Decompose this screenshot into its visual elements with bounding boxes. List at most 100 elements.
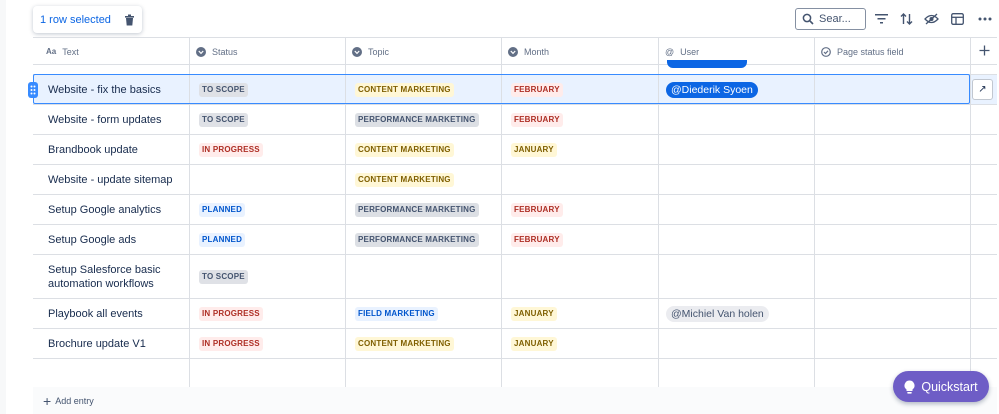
user-cell[interactable] <box>658 195 814 224</box>
page-status-cell[interactable] <box>814 75 970 104</box>
table-row: Playbook all events IN PROGRESS FIELD MARK… <box>33 299 997 329</box>
text-cell[interactable]: Playbook all events <box>33 299 189 328</box>
topic-cell[interactable]: CONTENT MARKETING <box>345 75 501 104</box>
sort-icon[interactable] <box>898 10 914 28</box>
topic-cell[interactable]: CONTENT MARKETING <box>345 165 501 194</box>
topic-cell[interactable]: PERFORMANCE MARKETING <box>345 105 501 134</box>
trailing-cell[interactable] <box>970 225 997 254</box>
quickstart-button[interactable]: Quickstart <box>893 371 989 402</box>
text-cell[interactable]: Brochure update V1 <box>33 329 189 358</box>
table-row: Website - fix the basics TO SCOPE CONTENT … <box>28 74 997 105</box>
topic-cell[interactable]: PERFORMANCE MARKETING <box>345 225 501 254</box>
trailing-cell[interactable] <box>970 255 997 298</box>
status-cell[interactable]: IN PROGRESS <box>189 135 345 164</box>
search-icon <box>802 13 814 25</box>
status-cell[interactable]: IN PROGRESS <box>189 329 345 358</box>
table-row: Setup Salesforce basic automation workflo… <box>33 255 997 299</box>
hide-fields-icon[interactable] <box>923 10 939 28</box>
column-header-text[interactable]: Aa Text <box>33 38 189 65</box>
month-cell[interactable] <box>501 165 658 194</box>
text-cell[interactable] <box>33 359 189 388</box>
status-cell[interactable]: PLANNED <box>189 195 345 224</box>
row-title: Brochure update V1 <box>48 337 146 350</box>
page-status-cell[interactable] <box>814 135 970 164</box>
status-cell[interactable]: PLANNED <box>189 225 345 254</box>
column-header-topic[interactable]: Topic <box>345 38 501 65</box>
text-cell[interactable]: Brandbook update <box>33 135 189 164</box>
status-cell[interactable]: TO SCOPE <box>189 105 345 134</box>
user-cell[interactable] <box>658 359 814 388</box>
search-input[interactable] <box>819 13 863 25</box>
month-cell[interactable]: FEBRUARY <box>501 75 658 104</box>
user-cell[interactable] <box>658 135 814 164</box>
search-field[interactable] <box>795 8 866 30</box>
mention-chip-partial <box>667 60 747 68</box>
drag-handle-icon[interactable] <box>28 82 38 98</box>
text-cell[interactable]: Website - fix the basics <box>33 75 189 104</box>
user-cell[interactable] <box>658 225 814 254</box>
month-cell[interactable]: JANUARY <box>501 329 658 358</box>
aa-text-icon: Aa <box>46 47 57 56</box>
user-cell[interactable]: @Diederik Syoen <box>658 75 814 104</box>
status-cell[interactable]: IN PROGRESS <box>189 299 345 328</box>
text-cell[interactable]: Website - form updates <box>33 105 189 134</box>
more-options-icon[interactable] <box>977 10 993 28</box>
trailing-cell[interactable] <box>970 135 997 164</box>
user-mention-chip[interactable]: @Diederik Syoen <box>666 81 758 98</box>
selection-toolbar: 1 row selected <box>33 6 142 33</box>
delete-icon[interactable] <box>123 13 137 27</box>
topic-cell[interactable] <box>345 255 501 298</box>
trailing-cell[interactable] <box>970 165 997 194</box>
filter-icon[interactable] <box>873 10 889 28</box>
column-header-status[interactable]: Status <box>189 38 345 65</box>
text-cell[interactable]: Setup Salesforce basic automation workflo… <box>33 255 189 298</box>
user-cell[interactable] <box>658 329 814 358</box>
month-cell[interactable]: FEBRUARY <box>501 105 658 134</box>
text-cell[interactable]: Website - update sitemap <box>33 165 189 194</box>
add-entry-button[interactable]: + Add entry <box>43 393 94 409</box>
month-cell[interactable]: JANUARY <box>501 135 658 164</box>
column-header-month[interactable]: Month <box>501 38 658 65</box>
text-cell[interactable]: Setup Google ads <box>33 225 189 254</box>
user-mention-chip[interactable]: @Michiel Van holen <box>666 305 769 322</box>
status-lozenge: TO SCOPE <box>199 269 248 284</box>
page-status-cell[interactable] <box>814 105 970 134</box>
topic-cell[interactable]: PERFORMANCE MARKETING <box>345 195 501 224</box>
status-cell[interactable] <box>189 359 345 388</box>
month-cell[interactable]: FEBRUARY <box>501 225 658 254</box>
user-cell[interactable] <box>658 255 814 298</box>
status-cell[interactable]: TO SCOPE <box>189 255 345 298</box>
trailing-cell[interactable] <box>970 195 997 224</box>
month-cell[interactable]: FEBRUARY <box>501 195 658 224</box>
month-dropdown-icon <box>508 46 518 57</box>
month-cell[interactable] <box>501 359 658 388</box>
month-lozenge: FEBRUARY <box>511 82 563 97</box>
trailing-cell[interactable] <box>970 299 997 328</box>
month-cell[interactable]: JANUARY <box>501 299 658 328</box>
topic-cell[interactable]: FIELD MARKETING <box>345 299 501 328</box>
add-column-button[interactable] <box>970 38 997 65</box>
text-cell[interactable]: Setup Google analytics <box>33 195 189 224</box>
column-header-page-status[interactable]: Page status field <box>814 38 970 65</box>
trailing-cell[interactable]: ↗ <box>970 75 997 104</box>
user-cell[interactable] <box>658 105 814 134</box>
trailing-cell[interactable] <box>970 329 997 358</box>
topic-cell[interactable]: CONTENT MARKETING <box>345 329 501 358</box>
page-status-cell[interactable] <box>814 165 970 194</box>
status-cell[interactable]: TO SCOPE <box>189 75 345 104</box>
status-cell[interactable] <box>189 165 345 194</box>
user-cell[interactable]: @Michiel Van holen <box>658 299 814 328</box>
page-status-cell[interactable] <box>814 195 970 224</box>
page-status-cell[interactable] <box>814 225 970 254</box>
page-status-cell[interactable] <box>814 299 970 328</box>
user-cell[interactable] <box>658 165 814 194</box>
month-lozenge: FEBRUARY <box>511 202 563 217</box>
expand-row-button[interactable]: ↗ <box>972 79 993 100</box>
table-view-icon[interactable] <box>949 10 965 28</box>
topic-cell[interactable] <box>345 359 501 388</box>
trailing-cell[interactable] <box>970 105 997 134</box>
topic-cell[interactable]: CONTENT MARKETING <box>345 135 501 164</box>
page-status-cell[interactable] <box>814 255 970 298</box>
page-status-cell[interactable] <box>814 329 970 358</box>
month-cell[interactable] <box>501 255 658 298</box>
